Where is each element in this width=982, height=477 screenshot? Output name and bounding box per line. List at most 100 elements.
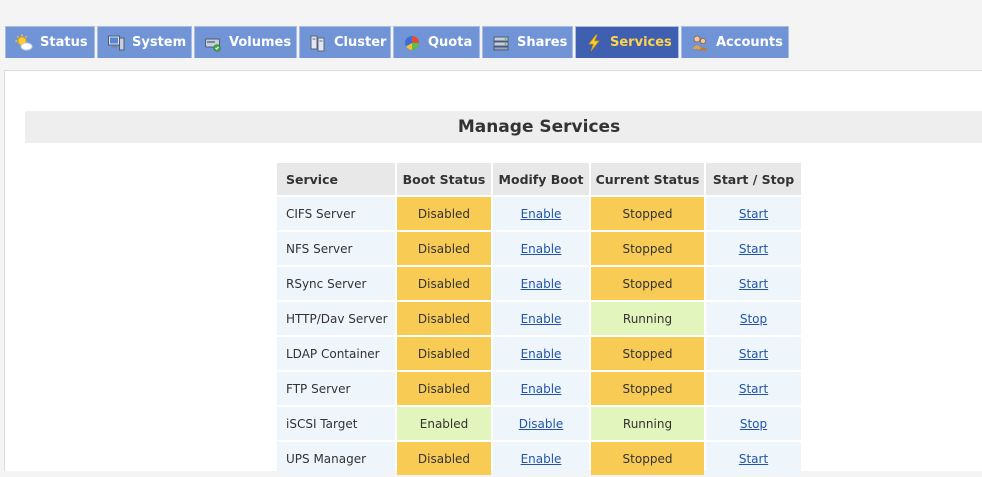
start-stop-link[interactable]: Start (739, 452, 768, 466)
service-name: NFS Server (277, 232, 395, 265)
page-title: Manage Services (457, 117, 621, 137)
section-title-bar: Manage Services (25, 111, 982, 143)
table-row: iSCSI Target Enabled Disable Running Sto… (277, 407, 801, 440)
start-stop-link[interactable]: Start (739, 207, 768, 221)
modify-boot-cell: Enable (493, 442, 589, 475)
main-tabs: Status System Volumes Cluster Quota Shar… (5, 26, 791, 58)
table-row: UPS Manager Disabled Enable Stopped Star… (277, 442, 801, 475)
content-panel: Manage Services Service Boot Status Modi… (4, 70, 982, 475)
boot-status: Disabled (397, 267, 491, 300)
tab-label: Cluster (334, 35, 387, 50)
modify-boot-link[interactable]: Enable (521, 452, 562, 466)
start-stop-cell: Stop (706, 407, 801, 440)
lightning-icon (588, 34, 600, 51)
start-stop-cell: Start (706, 232, 801, 265)
modify-boot-cell: Enable (493, 372, 589, 405)
tab-label: Volumes (229, 35, 292, 50)
modify-boot-cell: Disable (493, 407, 589, 440)
start-stop-link[interactable]: Start (739, 382, 768, 396)
boot-status: Disabled (397, 197, 491, 230)
tab-label: Quota (428, 35, 473, 50)
tab-quota[interactable]: Quota (393, 26, 480, 58)
current-status: Stopped (591, 442, 704, 475)
start-stop-link[interactable]: Start (739, 242, 768, 256)
modify-boot-link[interactable]: Enable (521, 277, 562, 291)
current-status: Stopped (591, 372, 704, 405)
service-name: UPS Manager (277, 442, 395, 475)
table-row: FTP Server Disabled Enable Stopped Start (277, 372, 801, 405)
tab-label: Services (610, 35, 672, 50)
table-row: NFS Server Disabled Enable Stopped Start (277, 232, 801, 265)
modify-boot-cell: Enable (493, 232, 589, 265)
table-row: LDAP Container Disabled Enable Stopped S… (277, 337, 801, 370)
boot-status: Disabled (397, 302, 491, 335)
pie-chart-icon (405, 35, 419, 50)
header-modify-boot: Modify Boot (493, 163, 589, 195)
modify-boot-link[interactable]: Enable (521, 207, 562, 221)
start-stop-link[interactable]: Stop (740, 417, 767, 431)
start-stop-link[interactable]: Start (739, 277, 768, 291)
current-status: Stopped (591, 267, 704, 300)
tab-system[interactable]: System (97, 26, 192, 58)
tab-bar: Status System Volumes Cluster Quota Shar… (0, 0, 982, 58)
computer-icon (108, 35, 125, 50)
tab-services[interactable]: Services (575, 26, 679, 58)
tab-label: Shares (517, 35, 568, 50)
start-stop-cell: Stop (706, 302, 801, 335)
start-stop-link[interactable]: Stop (740, 312, 767, 326)
table-row: HTTP/Dav Server Disabled Enable Running … (277, 302, 801, 335)
header-start-stop: Start / Stop (706, 163, 801, 195)
tab-cluster[interactable]: Cluster (299, 26, 391, 58)
service-name: CIFS Server (277, 197, 395, 230)
weather-sun-icon (15, 34, 33, 50)
boot-status: Disabled (397, 442, 491, 475)
service-name: RSync Server (277, 267, 395, 300)
current-status: Running (591, 407, 704, 440)
disk-icon (205, 38, 221, 52)
start-stop-cell: Start (706, 337, 801, 370)
start-stop-cell: Start (706, 372, 801, 405)
service-name: iSCSI Target (277, 407, 395, 440)
start-stop-cell: Start (706, 442, 801, 475)
modify-boot-link[interactable]: Enable (521, 382, 562, 396)
current-status: Stopped (591, 197, 704, 230)
start-stop-cell: Start (706, 267, 801, 300)
start-stop-link[interactable]: Start (739, 347, 768, 361)
table-row: RSync Server Disabled Enable Stopped Sta… (277, 267, 801, 300)
header-service: Service (277, 163, 395, 195)
tab-volumes[interactable]: Volumes (194, 26, 297, 58)
table-header-row: Service Boot Status Modify Boot Current … (277, 163, 801, 195)
tab-label: System (132, 35, 187, 50)
modify-boot-cell: Enable (493, 337, 589, 370)
services-table: Service Boot Status Modify Boot Current … (275, 161, 803, 477)
current-status: Running (591, 302, 704, 335)
modify-boot-cell: Enable (493, 302, 589, 335)
boot-status: Disabled (397, 372, 491, 405)
users-icon (692, 35, 708, 50)
boot-status: Disabled (397, 337, 491, 370)
tab-label: Status (40, 35, 88, 50)
server-icon (493, 36, 509, 50)
modify-boot-link[interactable]: Disable (519, 417, 564, 431)
modify-boot-link[interactable]: Enable (521, 312, 562, 326)
header-boot-status: Boot Status (397, 163, 491, 195)
boot-status: Enabled (397, 407, 491, 440)
service-name: LDAP Container (277, 337, 395, 370)
current-status: Stopped (591, 232, 704, 265)
modify-boot-link[interactable]: Enable (521, 347, 562, 361)
tab-status[interactable]: Status (5, 26, 95, 58)
tab-label: Accounts (716, 35, 783, 50)
start-stop-cell: Start (706, 197, 801, 230)
table-row: CIFS Server Disabled Enable Stopped Star… (277, 197, 801, 230)
modify-boot-link[interactable]: Enable (521, 242, 562, 256)
modify-boot-cell: Enable (493, 197, 589, 230)
modify-boot-cell: Enable (493, 267, 589, 300)
boot-status: Disabled (397, 232, 491, 265)
tab-accounts[interactable]: Accounts (681, 26, 789, 58)
cluster-icon (310, 35, 325, 51)
current-status: Stopped (591, 337, 704, 370)
header-current-status: Current Status (591, 163, 704, 195)
tab-shares[interactable]: Shares (482, 26, 573, 58)
service-name: HTTP/Dav Server (277, 302, 395, 335)
service-name: FTP Server (277, 372, 395, 405)
